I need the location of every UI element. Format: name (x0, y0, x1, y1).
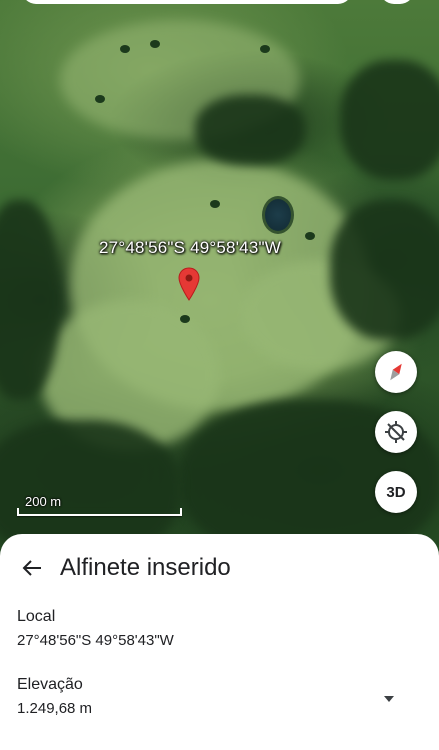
compass-button[interactable] (375, 351, 417, 393)
map-scale: 200 m (17, 494, 182, 516)
my-location-button[interactable] (375, 411, 417, 453)
arrow-left-icon (22, 560, 41, 576)
caret-down-icon (384, 696, 394, 702)
3d-view-button[interactable]: 3D (375, 471, 417, 513)
expand-button[interactable] (379, 689, 399, 709)
scale-bar (17, 508, 182, 516)
place-details-sheet: Alfinete inserido Local 27°48'56"S 49°58… (0, 534, 439, 750)
tree (95, 95, 105, 103)
local-label: Local (17, 608, 56, 625)
elevation-label: Elevação (17, 676, 83, 693)
scale-label: 200 m (25, 494, 62, 509)
local-value: 27°48'56"S 49°58'43"W (17, 632, 174, 649)
location-crosshair-icon (385, 421, 407, 443)
compass-icon (390, 363, 402, 381)
elevation-field: Elevação 1.249,68 m (17, 676, 92, 717)
forest-area (330, 200, 439, 340)
tree (210, 200, 220, 208)
pond (262, 196, 294, 234)
tree (120, 45, 130, 53)
search-bar-edge[interactable] (22, 0, 352, 4)
profile-button-edge[interactable] (380, 0, 414, 4)
tree (260, 45, 270, 53)
back-button[interactable] (12, 548, 52, 588)
tree (180, 315, 190, 323)
forest-area (340, 60, 439, 180)
pin-coordinates-label: 27°48'56"S 49°58'43"W (99, 238, 281, 257)
forest-area (195, 95, 305, 165)
sheet-title: Alfinete inserido (60, 554, 231, 581)
local-field: Local 27°48'56"S 49°58'43"W (17, 608, 174, 649)
map-pin-icon[interactable] (178, 267, 200, 301)
sheet-header: Alfinete inserido (0, 548, 439, 588)
tree (150, 40, 160, 48)
elevation-value: 1.249,68 m (17, 700, 93, 717)
satellite-map[interactable]: 27°48'56"S 49°58'43"W 200 m 3D (0, 0, 439, 560)
